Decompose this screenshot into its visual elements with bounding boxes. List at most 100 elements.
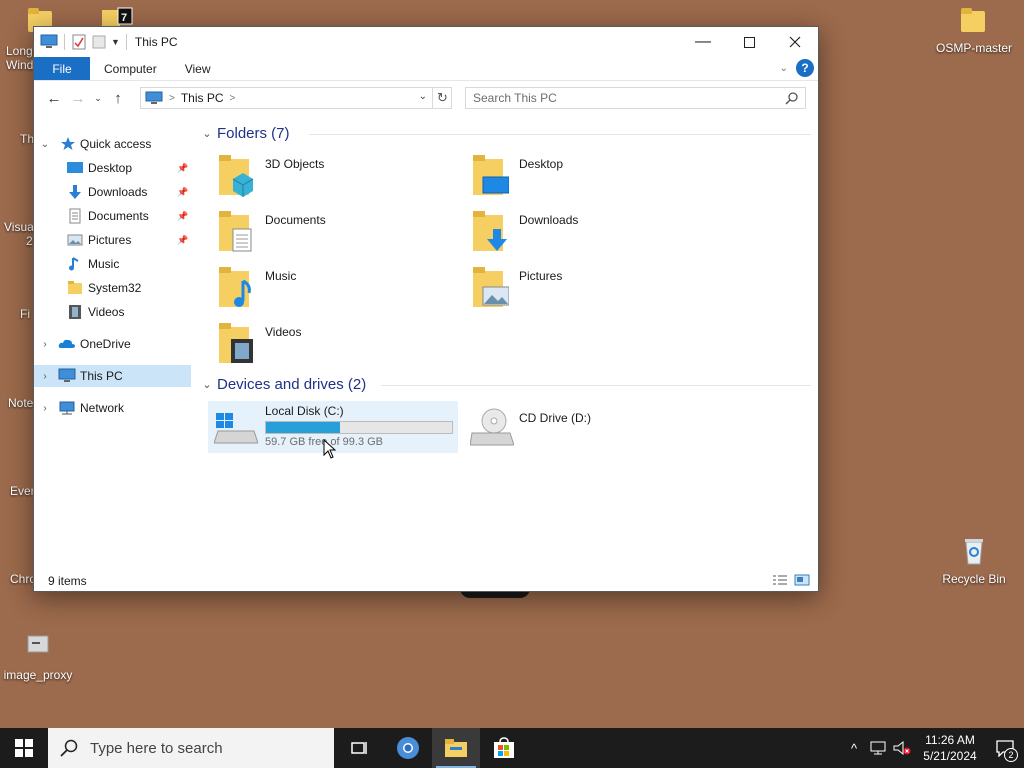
expand-ribbon-icon[interactable]: ⌄ [780, 63, 788, 74]
this-pc-icon [58, 368, 76, 382]
sidebar-item-videos[interactable]: Videos [34, 301, 191, 323]
sidebar-item-music[interactable]: Music [34, 253, 191, 275]
breadcrumb-separator[interactable]: > [169, 93, 175, 104]
folder-tile-documents[interactable]: Documents [199, 207, 453, 259]
address-bar[interactable]: > This PC > ⌄ [140, 87, 452, 109]
forward-button[interactable]: → [66, 86, 90, 110]
tab-file[interactable]: File [34, 57, 90, 80]
desktop-icon-recycle-bin[interactable]: Recycle Bin [936, 536, 1012, 586]
group-header-folders[interactable]: ⌄ Folders (7) [199, 125, 811, 142]
minimize-button[interactable]: — [680, 27, 726, 57]
sidebar-item-label: System32 [88, 281, 142, 295]
music-folder-icon [219, 267, 251, 307]
large-icons-view-icon[interactable] [794, 574, 810, 586]
breadcrumb-this-pc[interactable]: This PC [181, 91, 224, 105]
group-divider [381, 385, 811, 386]
recycle-bin-icon [965, 539, 983, 565]
refresh-button[interactable]: ↻ [432, 87, 452, 109]
sidebar-item-desktop[interactable]: Desktop 📌 [34, 157, 191, 179]
group-title: Folders (7) [217, 125, 290, 142]
network-status-icon[interactable] [866, 740, 890, 756]
clipped-label[interactable]: Note [8, 396, 33, 410]
sidebar-item-label: Music [88, 257, 120, 271]
volume-muted-icon[interactable] [890, 740, 914, 756]
sidebar-item-pictures[interactable]: Pictures 📌 [34, 229, 191, 251]
drive-label: CD Drive (D:) [519, 411, 591, 425]
details-view-icon[interactable] [772, 574, 788, 586]
group-header-devices[interactable]: ⌄ Devices and drives (2) [199, 376, 811, 393]
folder-tile-downloads[interactable]: Downloads [453, 207, 707, 259]
folder-tile-pictures[interactable]: Pictures [453, 263, 707, 315]
search-icon [785, 92, 798, 105]
action-center-button[interactable]: 2 [986, 728, 1024, 768]
folder-icon [961, 8, 987, 38]
sidebar-item-network[interactable]: › Network [34, 397, 191, 419]
recent-locations-button[interactable]: ⌄ [90, 86, 106, 110]
desktop-folder-icon [473, 155, 509, 195]
content-pane: ⌄ Folders (7) 3D Objects Desktop Documen… [199, 123, 814, 569]
taskbar-clock[interactable]: 11:26 AM 5/21/2024 [914, 732, 986, 764]
pin-icon: 📌 [177, 162, 189, 173]
back-button[interactable]: ← [42, 86, 66, 110]
taskbar-app-store[interactable] [480, 728, 528, 768]
sidebar-item-downloads[interactable]: Downloads 📌 [34, 181, 191, 203]
drive-label: Local Disk (C:) [265, 404, 344, 418]
folder-tile-desktop[interactable]: Desktop [453, 151, 707, 203]
chevron-down-icon: ⌄ [202, 128, 212, 140]
sidebar-item-quick-access[interactable]: ⌄ Quick access [34, 133, 191, 155]
tab-view[interactable]: View [171, 57, 225, 80]
tab-computer[interactable]: Computer [90, 57, 171, 80]
drive-tile-cd-drive-d[interactable]: CD Drive (D:) [462, 401, 712, 453]
sidebar-item-system32[interactable]: System32 [34, 277, 191, 299]
folder-label: Videos [265, 325, 302, 339]
sidebar-item-onedrive[interactable]: › OneDrive [34, 333, 191, 355]
clipped-label[interactable]: Ever [10, 484, 35, 498]
folder-tile-3d-objects[interactable]: 3D Objects [199, 151, 453, 203]
taskbar-app-chrome[interactable] [384, 728, 432, 768]
sidebar-item-label: Documents [88, 209, 149, 223]
title-bar[interactable]: ▼ This PC — [34, 27, 818, 57]
window-title: This PC [134, 35, 178, 49]
film-icon [69, 305, 81, 319]
music-note-icon [69, 257, 79, 271]
desktop-icon-clipped-visual[interactable]: Visua 2 [4, 220, 34, 248]
folder-tile-music[interactable]: Music [199, 263, 453, 315]
desktop-icon-clipped-long[interactable]: Long Wind [6, 44, 33, 72]
breadcrumb-separator[interactable]: > [230, 93, 236, 104]
up-button[interactable]: ↑ [106, 86, 130, 110]
task-view-button[interactable] [336, 728, 384, 768]
address-dropdown-icon[interactable]: ⌄ [419, 91, 427, 102]
sidebar-item-label: OneDrive [80, 337, 131, 351]
desktop-icon-image-proxy[interactable]: image_proxy [0, 632, 76, 682]
cloud-icon [58, 339, 75, 348]
sidebar-item-label: Quick access [80, 137, 152, 151]
start-button[interactable] [0, 728, 48, 768]
chevron-up-icon[interactable]: ^ [842, 741, 866, 756]
chevron-down-icon: ⌄ [40, 138, 50, 150]
taskbar-search-box[interactable]: Type here to search [48, 728, 334, 768]
desktop-icon-osmp[interactable]: OSMP-master [936, 8, 1012, 55]
clipped-label[interactable]: Th [20, 132, 34, 146]
sidebar-item-documents[interactable]: Documents 📌 [34, 205, 191, 227]
pin-icon: 📌 [177, 186, 189, 197]
windows-drive-icon [214, 413, 258, 444]
group-divider [309, 134, 811, 135]
help-button[interactable]: ? [796, 59, 814, 77]
folder-tile-videos[interactable]: Videos [199, 319, 453, 371]
drive-usage-bar [265, 421, 453, 434]
sidebar-item-label: Downloads [88, 185, 148, 199]
customize-qat-icon[interactable]: ▼ [111, 37, 120, 47]
taskbar-app-file-explorer[interactable] [432, 728, 480, 768]
folder-label: Downloads [519, 213, 579, 227]
clipped-label[interactable]: Fi [20, 307, 30, 321]
maximize-button[interactable] [726, 27, 772, 57]
this-pc-icon[interactable] [40, 34, 58, 50]
new-folder-icon[interactable] [91, 34, 107, 50]
search-box[interactable]: Search This PC [465, 87, 806, 109]
ribbon-tabs: File Computer View ⌄ ? [34, 57, 818, 81]
sidebar-item-this-pc[interactable]: › This PC [34, 365, 191, 387]
navigation-bar: ← → ⌄ ↑ > This PC > ⌄ ↻ Search This PC [34, 81, 818, 115]
properties-icon[interactable] [71, 34, 87, 50]
close-button[interactable] [772, 27, 818, 57]
clipped-label: Long [6, 44, 33, 58]
